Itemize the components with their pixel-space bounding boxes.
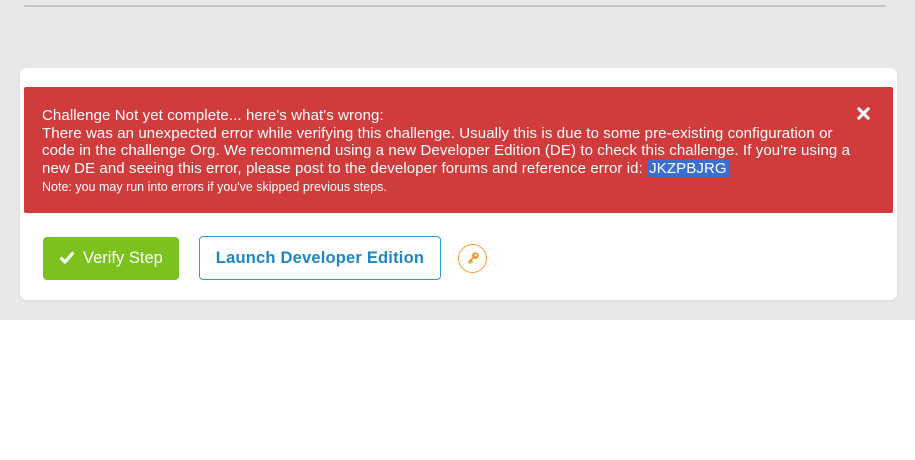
alert-title: Challenge Not yet complete... here's wha… bbox=[42, 107, 384, 124]
verify-step-label: Verify Step bbox=[83, 248, 163, 267]
launch-developer-edition-button[interactable]: Launch Developer Edition bbox=[198, 236, 442, 280]
checkmark-icon bbox=[59, 250, 75, 266]
key-icon bbox=[464, 250, 481, 267]
challenge-error-alert: Challenge Not yet complete... here's wha… bbox=[24, 87, 893, 213]
close-button[interactable] bbox=[853, 103, 873, 123]
alert-body: There was an unexpected error while veri… bbox=[42, 125, 869, 178]
key-button[interactable] bbox=[458, 243, 488, 273]
launch-developer-edition-label: Launch Developer Edition bbox=[215, 248, 425, 267]
alert-body-text: There was an unexpected error while veri… bbox=[42, 124, 851, 177]
top-divider bbox=[24, 5, 886, 7]
actions-row: Verify Step Launch Developer Edition bbox=[43, 236, 488, 280]
error-id-highlight: JKZPBJRG bbox=[647, 159, 729, 177]
verify-step-button[interactable]: Verify Step bbox=[43, 236, 179, 280]
alert-note: Note: you may run into errors if you've … bbox=[42, 180, 387, 194]
challenge-card: Challenge Not yet complete... here's wha… bbox=[20, 68, 897, 300]
close-icon bbox=[856, 106, 871, 121]
